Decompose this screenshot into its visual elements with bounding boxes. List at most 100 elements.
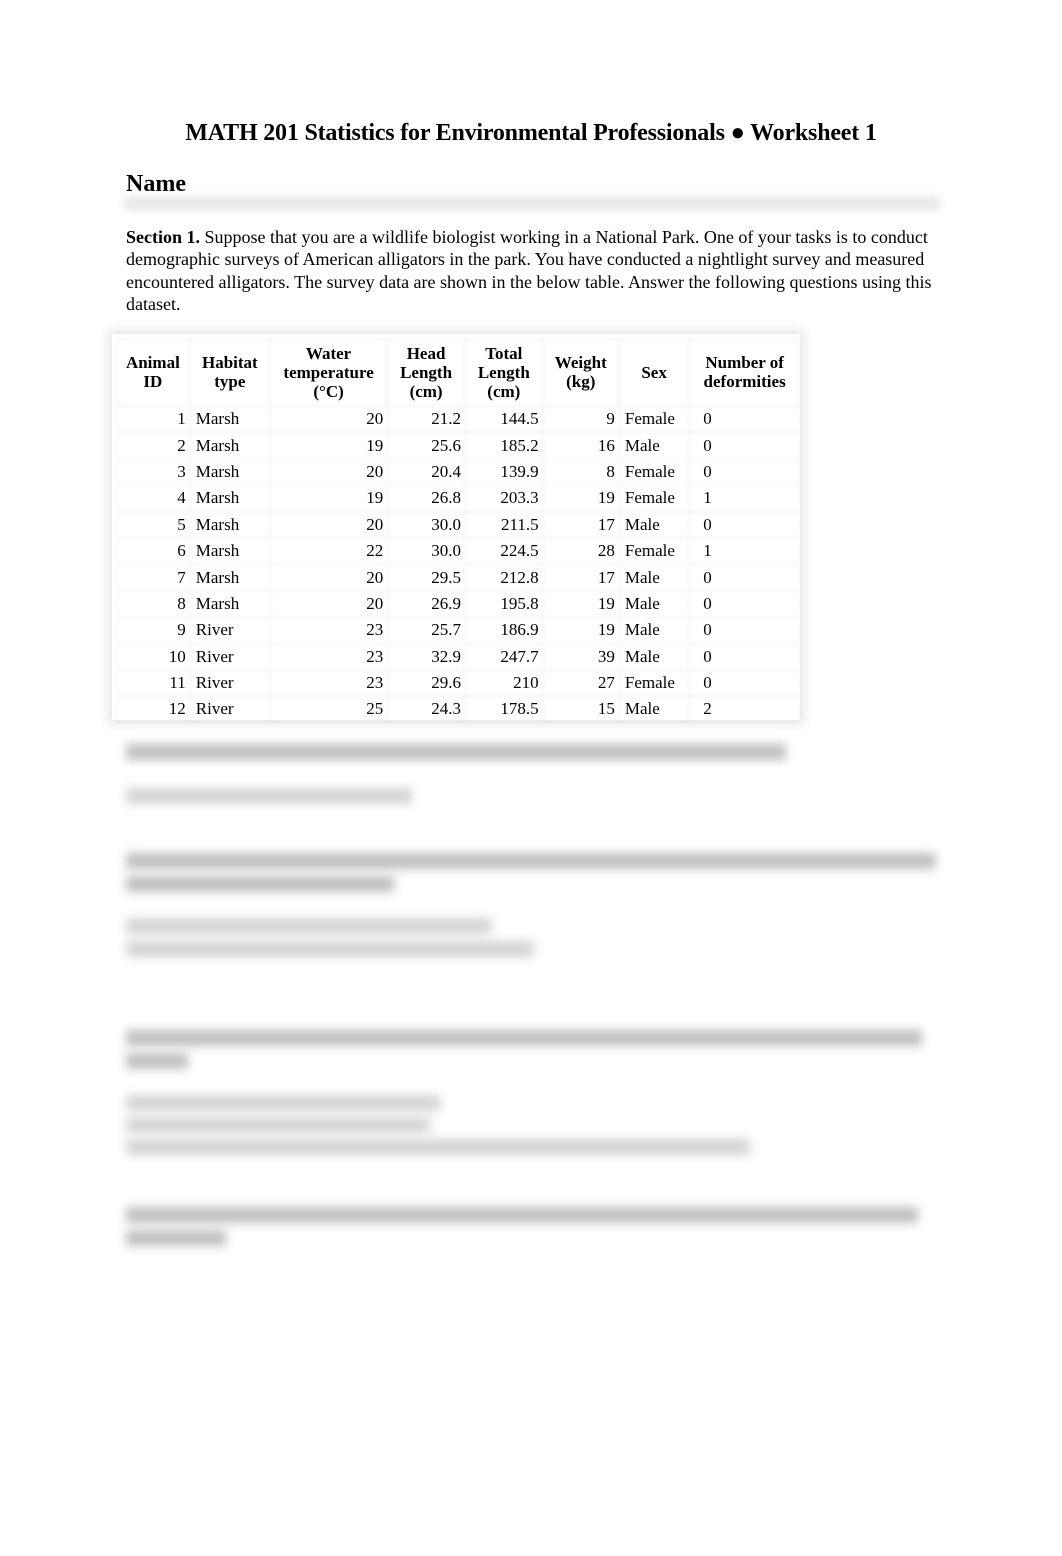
section-heading: Section 1. xyxy=(126,227,200,247)
column-header-line: Water xyxy=(305,343,352,363)
cell-total-length: 212.8 xyxy=(465,564,543,590)
cell-water-temperature: 19 xyxy=(270,485,387,511)
column-header-total-length: Total Length (cm) xyxy=(465,338,543,406)
column-header-line: Total xyxy=(485,343,523,363)
cell-animal-id: 7 xyxy=(116,564,190,590)
cell-number-of-deformities: 0 xyxy=(689,459,800,485)
cell-water-temperature: 23 xyxy=(270,670,387,696)
cell-weight: 19 xyxy=(543,485,619,511)
cell-habitat-type: River xyxy=(190,617,270,643)
cell-head-length: 25.7 xyxy=(387,617,465,643)
cell-total-length: 247.7 xyxy=(465,644,543,670)
column-header-line: Number of xyxy=(705,353,784,372)
cell-total-length: 139.9 xyxy=(465,459,543,485)
cell-animal-id: 10 xyxy=(116,644,190,670)
cell-total-length: 186.9 xyxy=(465,617,543,643)
cell-weight: 28 xyxy=(543,538,619,564)
cell-sex: Female xyxy=(619,538,689,564)
cell-weight: 19 xyxy=(543,591,619,617)
cell-weight: 27 xyxy=(543,670,619,696)
table-row: 6 Marsh 22 30.0 224.5 28 Female 1 xyxy=(116,538,800,564)
cell-animal-id: 4 xyxy=(116,485,190,511)
name-label: Name xyxy=(126,171,186,197)
table-row: 11 River 23 29.6 210 27 Female 0 xyxy=(116,670,800,696)
cell-total-length: 210 xyxy=(465,670,543,696)
column-header-habitat-type: Habitat type xyxy=(190,338,270,406)
cell-sex: Female xyxy=(619,459,689,485)
column-header-head-length: Head Length (cm) xyxy=(387,338,465,406)
column-header-line: (cm) xyxy=(409,381,443,401)
column-header-number-of-deformities: Number of deformities xyxy=(689,338,800,406)
cell-weight: 19 xyxy=(543,617,619,643)
cell-weight: 17 xyxy=(543,512,619,538)
cell-total-length: 211.5 xyxy=(465,512,543,538)
cell-weight: 9 xyxy=(543,406,619,432)
document-title: MATH 201 Statistics for Environmental Pr… xyxy=(185,120,877,146)
cell-head-length: 29.6 xyxy=(387,670,465,696)
cell-habitat-type: River xyxy=(190,696,270,722)
cell-total-length: 185.2 xyxy=(465,432,543,458)
table-row: 12 River 25 24.3 178.5 15 Male 2 xyxy=(116,696,800,722)
table-row: 5 Marsh 20 30.0 211.5 17 Male 0 xyxy=(116,512,800,538)
cell-weight: 17 xyxy=(543,564,619,590)
cell-habitat-type: River xyxy=(190,644,270,670)
cell-number-of-deformities: 0 xyxy=(689,670,800,696)
column-header-line: ID xyxy=(143,372,163,391)
cell-water-temperature: 25 xyxy=(270,696,387,722)
cell-habitat-type: Marsh xyxy=(190,538,270,564)
table-row: 4 Marsh 19 26.8 203.3 19 Female 1 xyxy=(116,485,800,511)
table-row: 10 River 23 32.9 247.7 39 Male 0 xyxy=(116,644,800,670)
cell-weight: 8 xyxy=(543,459,619,485)
cell-number-of-deformities: 0 xyxy=(689,617,800,643)
table-row: 7 Marsh 20 29.5 212.8 17 Male 0 xyxy=(116,564,800,590)
cell-water-temperature: 20 xyxy=(270,459,387,485)
cell-sex: Male xyxy=(619,644,689,670)
section-1-intro: Section 1. Suppose that you are a wildli… xyxy=(126,226,946,315)
column-header-line: Length xyxy=(477,362,530,382)
cell-sex: Male xyxy=(619,617,689,643)
cell-number-of-deformities: 0 xyxy=(689,644,800,670)
cell-animal-id: 5 xyxy=(116,512,190,538)
column-header-line: (kg) xyxy=(566,372,596,391)
alligator-data-table-container: Animal ID Habitat type Water temperature (°C) H… xyxy=(112,334,800,720)
cell-sex: Female xyxy=(619,406,689,432)
cell-habitat-type: Marsh xyxy=(190,432,270,458)
cell-water-temperature: 23 xyxy=(270,644,387,670)
cell-head-length: 30.0 xyxy=(387,512,465,538)
cell-animal-id: 8 xyxy=(116,591,190,617)
cell-animal-id: 3 xyxy=(116,459,190,485)
cell-number-of-deformities: 0 xyxy=(689,406,800,432)
cell-habitat-type: Marsh xyxy=(190,406,270,432)
table-row: 1 Marsh 20 21.2 144.5 9 Female 0 xyxy=(116,406,800,432)
cell-animal-id: 11 xyxy=(116,670,190,696)
cell-habitat-type: Marsh xyxy=(190,485,270,511)
cell-head-length: 29.5 xyxy=(387,564,465,590)
cell-head-length: 20.4 xyxy=(387,459,465,485)
cell-animal-id: 2 xyxy=(116,432,190,458)
column-header-line: (°C) xyxy=(313,381,344,401)
cell-water-temperature: 20 xyxy=(270,512,387,538)
cell-weight: 15 xyxy=(543,696,619,722)
alligator-data-table: Animal ID Habitat type Water temperature (°C) H… xyxy=(116,338,800,723)
cell-number-of-deformities: 2 xyxy=(689,696,800,722)
cell-number-of-deformities: 0 xyxy=(689,432,800,458)
column-header-line: Animal xyxy=(125,353,180,372)
cell-total-length: 224.5 xyxy=(465,538,543,564)
table-row: 2 Marsh 19 25.6 185.2 16 Male 0 xyxy=(116,432,800,458)
table-body: 1 Marsh 20 21.2 144.5 9 Female 0 2 Marsh 19 25.6 185… xyxy=(116,406,800,723)
column-header-line: Sex xyxy=(641,362,667,382)
cell-water-temperature: 23 xyxy=(270,617,387,643)
name-field-blurred xyxy=(124,196,940,210)
table-header-row: Animal ID Habitat type Water temperature (°C) H… xyxy=(116,338,800,406)
column-header-line: Weight xyxy=(554,353,607,372)
column-header-line: type xyxy=(214,372,246,391)
column-header-line: Habitat xyxy=(201,353,258,372)
column-header-line: temperature xyxy=(283,362,374,382)
column-header-line: (cm) xyxy=(487,381,521,401)
cell-water-temperature: 20 xyxy=(270,564,387,590)
cell-sex: Male xyxy=(619,432,689,458)
cell-head-length: 21.2 xyxy=(387,406,465,432)
table-row: 3 Marsh 20 20.4 139.9 8 Female 0 xyxy=(116,459,800,485)
section-text: Suppose that you are a wildlife biologis… xyxy=(126,227,932,314)
cell-sex: Female xyxy=(619,485,689,511)
